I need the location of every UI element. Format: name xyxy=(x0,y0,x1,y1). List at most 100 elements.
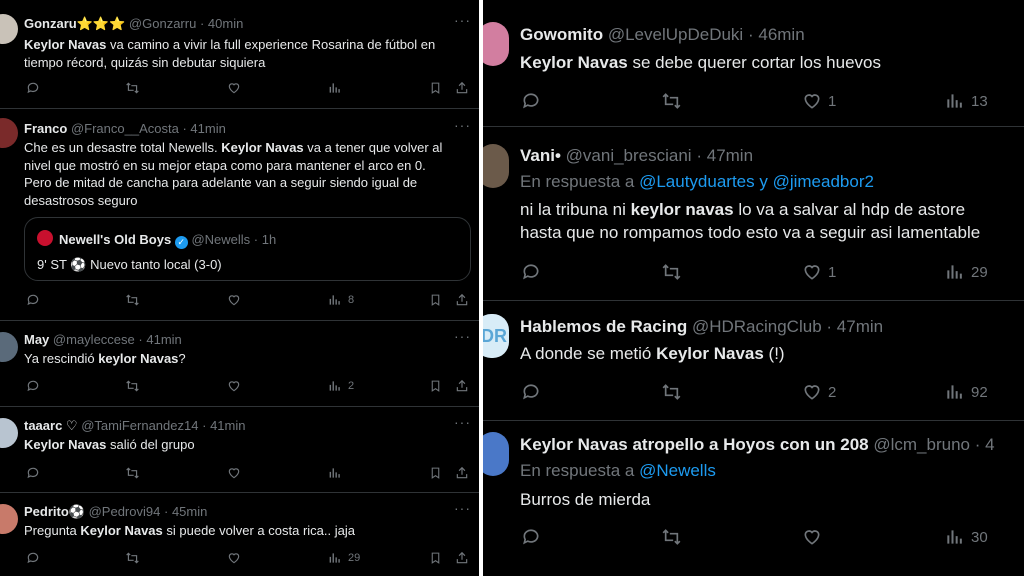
author-name[interactable]: taaarc ♡ xyxy=(24,418,78,433)
retweet-icon[interactable] xyxy=(125,551,140,565)
tweet-gowomito[interactable]: Gowomito @LevelUpDeDuki · 46min Keylor N… xyxy=(483,0,1024,127)
author-name[interactable]: Hablemos de Racing xyxy=(520,317,687,336)
reply-mentions[interactable]: @Lautyduartes y @jimeadbor2 xyxy=(639,172,874,191)
author-name[interactable]: Keylor Navas atropello a Hoyos con un 20… xyxy=(520,435,869,454)
like-icon[interactable] xyxy=(227,466,241,480)
views-icon[interactable]: 29 xyxy=(945,262,988,282)
timestamp[interactable]: 47min xyxy=(837,317,883,336)
author-handle[interactable]: @Gonzarru xyxy=(129,16,196,31)
more-icon[interactable]: ··· xyxy=(454,500,471,516)
views-icon[interactable]: 2 xyxy=(328,379,354,393)
timestamp[interactable]: 4 xyxy=(985,435,994,454)
avatar[interactable] xyxy=(483,144,509,188)
like-icon[interactable] xyxy=(227,81,241,95)
views-icon[interactable]: 30 xyxy=(945,527,988,547)
timestamp[interactable]: 40min xyxy=(208,16,243,31)
avatar[interactable] xyxy=(483,22,509,66)
like-icon[interactable]: 2 xyxy=(802,382,836,402)
author-handle[interactable]: @Pedrovi94 xyxy=(89,504,161,519)
timestamp[interactable]: 41min xyxy=(210,418,245,433)
author-name[interactable]: Gowomito xyxy=(520,25,603,44)
tweet-may[interactable]: May @mayleccese · 41min ··· Ya rescindió… xyxy=(0,320,479,407)
reply-icon[interactable] xyxy=(521,382,541,402)
author-handle[interactable]: @TamiFernandez14 xyxy=(81,418,198,433)
share-icon[interactable] xyxy=(455,466,469,480)
like-icon[interactable] xyxy=(227,379,241,393)
timestamp[interactable]: 41min xyxy=(190,121,225,136)
reply-icon[interactable] xyxy=(26,466,40,480)
more-icon[interactable]: ··· xyxy=(454,12,471,28)
tweet-lcm-bruno[interactable]: Keylor Navas atropello a Hoyos con un 20… xyxy=(483,420,1024,576)
reply-icon[interactable] xyxy=(26,551,40,565)
reply-mentions[interactable]: @Newells xyxy=(639,461,716,480)
quoted-author-handle[interactable]: @Newells xyxy=(191,232,250,247)
timestamp[interactable]: 41min xyxy=(146,332,181,347)
views-icon[interactable]: 29 xyxy=(328,551,360,565)
author-handle[interactable]: @HDRacingClub xyxy=(692,317,822,336)
like-icon[interactable] xyxy=(802,527,828,547)
tweet-franco[interactable]: Franco @Franco__Acosta · 41min ··· Che e… xyxy=(0,108,479,321)
like-icon[interactable]: 1 xyxy=(802,91,836,111)
reply-icon[interactable] xyxy=(521,91,541,111)
reply-icon[interactable] xyxy=(26,81,40,95)
views-icon[interactable]: 13 xyxy=(945,91,988,111)
more-icon[interactable]: ··· xyxy=(454,414,471,430)
tweet-pedrito[interactable]: Pedrito⚽ @Pedrovi94 · 45min ··· Pregunta… xyxy=(0,492,479,576)
avatar[interactable]: DR xyxy=(483,314,509,358)
retweet-icon[interactable] xyxy=(125,293,140,307)
avatar[interactable] xyxy=(0,504,18,534)
timestamp[interactable]: 45min xyxy=(172,504,207,519)
retweet-icon[interactable] xyxy=(125,81,140,95)
author-handle[interactable]: @Franco__Acosta xyxy=(71,121,179,136)
author-handle[interactable]: @mayleccese xyxy=(53,332,135,347)
retweet-icon[interactable] xyxy=(661,262,682,282)
author-name[interactable]: Gonzaru xyxy=(24,16,77,31)
views-icon[interactable] xyxy=(328,81,348,95)
more-icon[interactable]: ··· xyxy=(454,117,471,133)
author-name[interactable]: Pedrito⚽ xyxy=(24,504,85,519)
quoted-timestamp[interactable]: 1h xyxy=(262,232,276,247)
like-icon[interactable]: 1 xyxy=(802,262,836,282)
quoted-author-name[interactable]: Newell's Old Boys xyxy=(59,232,171,247)
avatar[interactable] xyxy=(0,14,18,44)
reply-icon[interactable] xyxy=(521,527,541,547)
retweet-icon[interactable] xyxy=(125,379,140,393)
author-name[interactable]: Franco xyxy=(24,121,67,136)
avatar[interactable] xyxy=(483,432,509,476)
like-icon[interactable] xyxy=(227,293,241,307)
bookmark-icon[interactable] xyxy=(429,81,442,95)
bookmark-icon[interactable] xyxy=(429,293,442,307)
reply-icon[interactable] xyxy=(521,262,541,282)
reply-icon[interactable] xyxy=(26,293,40,307)
avatar[interactable] xyxy=(0,418,18,448)
bookmark-icon[interactable] xyxy=(429,466,442,480)
share-icon[interactable] xyxy=(455,81,469,95)
tweet-taaarc[interactable]: taaarc ♡ @TamiFernandez14 · 41min ··· Ke… xyxy=(0,406,479,493)
author-handle[interactable]: @LevelUpDeDuki xyxy=(608,25,743,44)
share-icon[interactable] xyxy=(455,379,469,393)
author-name[interactable]: May xyxy=(24,332,49,347)
views-icon[interactable]: 92 xyxy=(945,382,988,402)
tweet-vani[interactable]: Vani• @vani_bresciani · 47min En respues… xyxy=(483,126,1024,301)
retweet-icon[interactable] xyxy=(661,91,682,111)
views-icon[interactable]: 8 xyxy=(328,293,354,307)
retweet-icon[interactable] xyxy=(125,466,140,480)
share-icon[interactable] xyxy=(455,551,469,565)
tweet-hablemos-de-racing[interactable]: DR Hablemos de Racing @HDRacingClub · 47… xyxy=(483,300,1024,421)
avatar[interactable] xyxy=(0,332,18,362)
share-icon[interactable] xyxy=(455,293,469,307)
bookmark-icon[interactable] xyxy=(429,379,442,393)
avatar[interactable] xyxy=(0,118,18,148)
tweet-gonzaru[interactable]: Gonzaru⭐⭐⭐ @Gonzarru · 40min ··· Keylor … xyxy=(0,0,479,109)
views-icon[interactable] xyxy=(328,466,348,480)
retweet-icon[interactable] xyxy=(661,527,682,547)
reply-icon[interactable] xyxy=(26,379,40,393)
more-icon[interactable]: ··· xyxy=(454,328,471,344)
timestamp[interactable]: 46min xyxy=(758,25,804,44)
like-icon[interactable] xyxy=(227,551,241,565)
bookmark-icon[interactable] xyxy=(429,551,442,565)
author-handle[interactable]: @lcm_bruno xyxy=(873,435,970,454)
author-name[interactable]: Vani• xyxy=(520,146,561,165)
quoted-tweet[interactable]: Newell's Old Boys ✓ @Newells · 1h 9' ST … xyxy=(24,217,471,281)
timestamp[interactable]: 47min xyxy=(707,146,753,165)
